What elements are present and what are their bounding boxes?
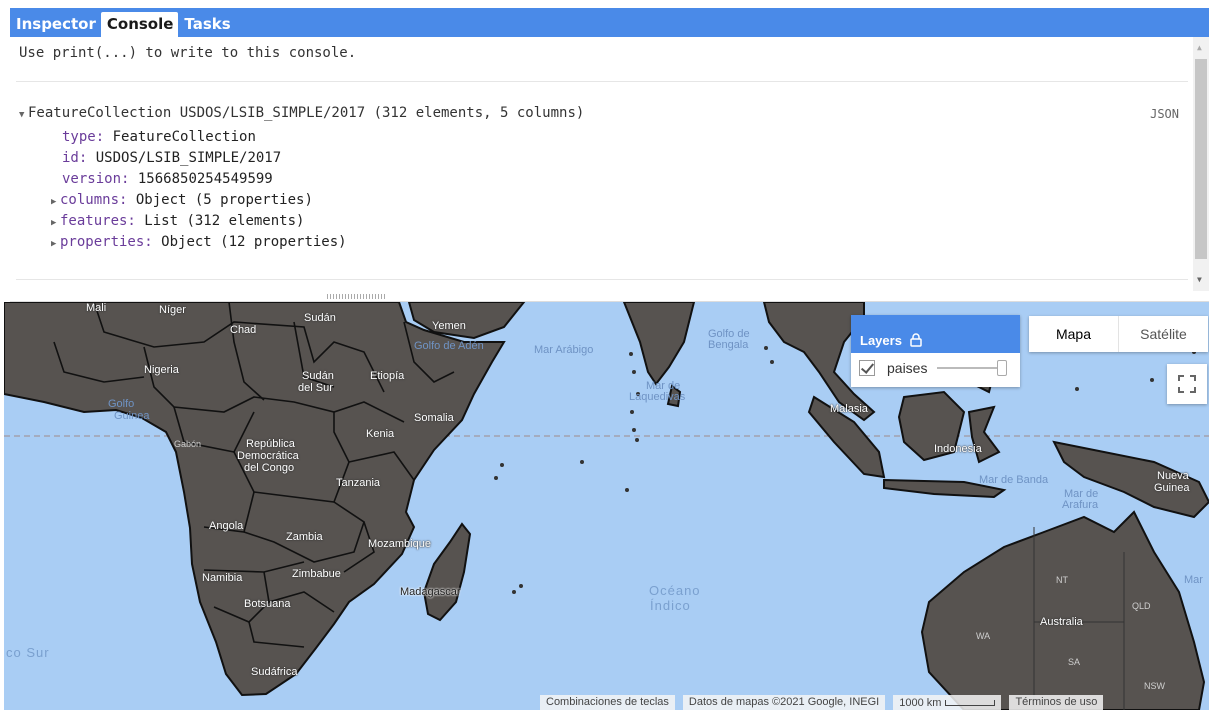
label-sudan: Sudán	[304, 312, 336, 324]
layer-visibility-checkbox[interactable]	[859, 360, 875, 376]
label-south-sudan-2: del Sur	[298, 382, 333, 394]
label-sa: SA	[1068, 657, 1081, 667]
resize-grip-icon[interactable]	[327, 294, 387, 299]
label-zambia: Zambia	[286, 531, 323, 543]
layers-panel: Layers paises	[851, 315, 1020, 387]
layers-title: Layers	[860, 332, 902, 348]
feature-collection-toggle[interactable]: ▼ FeatureCollection USDOS/LSIB_SIMPLE/201…	[19, 105, 584, 121]
console-scrollbar[interactable]: ▲ ▼	[1193, 37, 1209, 291]
tab-console[interactable]: Console	[100, 12, 179, 37]
label-new-guinea-1: Nueva	[1157, 470, 1189, 482]
label-australia: Australia	[1040, 616, 1083, 628]
label-arabian-sea: Mar Arábigo	[534, 344, 594, 356]
label-qld: QLD	[1132, 601, 1151, 611]
expanded-arrow-icon: ▼	[19, 110, 25, 120]
label-drc-1: República	[246, 438, 295, 450]
scale-bar	[945, 699, 996, 706]
label-kenya: Kenia	[366, 428, 395, 440]
label-drc-3: del Congo	[244, 462, 295, 474]
slider-track	[937, 367, 1002, 369]
label-botswana: Botsuana	[244, 598, 291, 610]
expandable-features[interactable]: ▶ features: List (312 elements)	[51, 213, 304, 229]
field-id: id: USDOS/LSIB_SIMPLE/2017	[62, 150, 282, 166]
label-drc-2: Democrática	[237, 450, 299, 462]
console-panel: Use print(...) to write to this console.…	[10, 37, 1209, 291]
console-divider	[16, 81, 1188, 82]
label-mozambique: Mozambique	[368, 538, 431, 550]
collapsed-arrow-icon: ▶	[51, 239, 57, 249]
lock-icon	[910, 333, 922, 347]
label-mali: Mali	[86, 302, 107, 314]
label-laccadive-sea-2: Laquedivas	[629, 391, 686, 403]
console-divider	[16, 279, 1188, 280]
label-indian-ocean-1: Océano	[649, 583, 701, 598]
scrollbar-thumb[interactable]	[1195, 59, 1207, 259]
expandable-columns[interactable]: ▶ columns: Object (5 properties)	[51, 192, 313, 208]
label-somalia: Somalia	[414, 412, 454, 424]
label-co-sur: co Sur	[6, 645, 50, 660]
map-data-credit: Datos de mapas ©2021 Google, INEGI	[682, 695, 886, 710]
feature-collection-header: FeatureCollection USDOS/LSIB_SIMPLE/2017…	[28, 105, 585, 121]
layer-opacity-slider[interactable]	[937, 357, 1009, 379]
map-type-control: Mapa Satélite	[1029, 316, 1208, 352]
keyboard-shortcuts-link[interactable]: Combinaciones de teclas	[540, 695, 675, 710]
label-madagascar: Madagascar	[400, 586, 461, 598]
label-wa: WA	[976, 631, 991, 641]
label-nt: NT	[1056, 575, 1068, 585]
label-gulf-guinea-2: Guinea	[114, 410, 150, 422]
slider-handle[interactable]	[997, 360, 1008, 376]
collapsed-arrow-icon: ▶	[51, 197, 57, 207]
label-nigeria: Nigeria	[144, 364, 179, 376]
layers-header[interactable]: Layers	[851, 315, 1020, 353]
fullscreen-icon	[1178, 375, 1196, 393]
console-hint: Use print(...) to write to this console.	[19, 45, 357, 61]
label-gulf-guinea-1: Golfo	[108, 398, 135, 410]
tab-tasks[interactable]: Tasks	[178, 12, 235, 37]
layer-name: paises	[887, 360, 928, 376]
panel-resize-handle[interactable]	[10, 291, 1209, 302]
map-shapes	[4, 302, 1209, 710]
label-angola: Angola	[209, 520, 244, 532]
label-mar-right: Mar	[1184, 574, 1203, 586]
map-type-map-button[interactable]: Mapa	[1029, 316, 1119, 352]
field-type: type: FeatureCollection	[62, 129, 256, 145]
collapsed-arrow-icon: ▶	[51, 218, 57, 228]
terms-of-use-link[interactable]: Términos de uso	[1009, 695, 1104, 710]
label-south-africa: Sudáfrica	[251, 666, 298, 678]
label-namibia: Namibia	[202, 572, 243, 584]
label-malaysia: Malasia	[830, 403, 868, 415]
fullscreen-button[interactable]	[1167, 364, 1207, 404]
label-gabon: Gabón	[174, 439, 202, 449]
map-attribution: Combinaciones de teclas Datos de mapas ©…	[540, 695, 1104, 710]
label-gulf-aden: Golfo de Adén	[414, 340, 484, 352]
label-niger: Níger	[159, 304, 186, 316]
panel-tab-bar: Inspector Console Tasks	[10, 8, 1209, 37]
scroll-down-icon[interactable]: ▼	[1197, 275, 1202, 284]
africa-landmass	[4, 302, 506, 697]
label-south-sudan-1: Sudán	[302, 370, 334, 382]
field-version: version: 1566850254549599	[62, 171, 273, 187]
map-type-satellite-button[interactable]: Satélite	[1119, 316, 1208, 352]
map-canvas[interactable]: Mali Níger Chad Sudán Yemen Nigeria Sudá…	[4, 302, 1209, 710]
layer-row: paises	[851, 353, 1020, 383]
label-arafura-sea-2: Arafura	[1062, 499, 1099, 511]
label-indian-ocean-2: Índico	[650, 598, 691, 613]
scroll-up-icon[interactable]: ▲	[1197, 43, 1202, 52]
label-zimbabwe: Zimbabue	[292, 568, 341, 580]
label-tanzania: Tanzania	[336, 477, 381, 489]
label-bay-bengal-2: Bengala	[708, 339, 749, 351]
scale-label: 1000 km	[899, 696, 942, 709]
label-ethiopia: Etiopía	[370, 370, 405, 382]
label-chad: Chad	[230, 324, 257, 336]
json-button[interactable]: JSON	[1150, 107, 1179, 121]
label-indonesia: Indonesia	[934, 443, 982, 455]
tab-inspector[interactable]: Inspector	[10, 12, 101, 37]
map-scale[interactable]: 1000 km	[893, 695, 1002, 710]
label-yemen: Yemen	[432, 320, 466, 332]
label-banda-sea: Mar de Banda	[979, 474, 1049, 486]
label-nsw: NSW	[1144, 681, 1165, 691]
label-new-guinea-2: Guinea	[1154, 482, 1190, 494]
expandable-properties[interactable]: ▶ properties: Object (12 properties)	[51, 234, 347, 250]
